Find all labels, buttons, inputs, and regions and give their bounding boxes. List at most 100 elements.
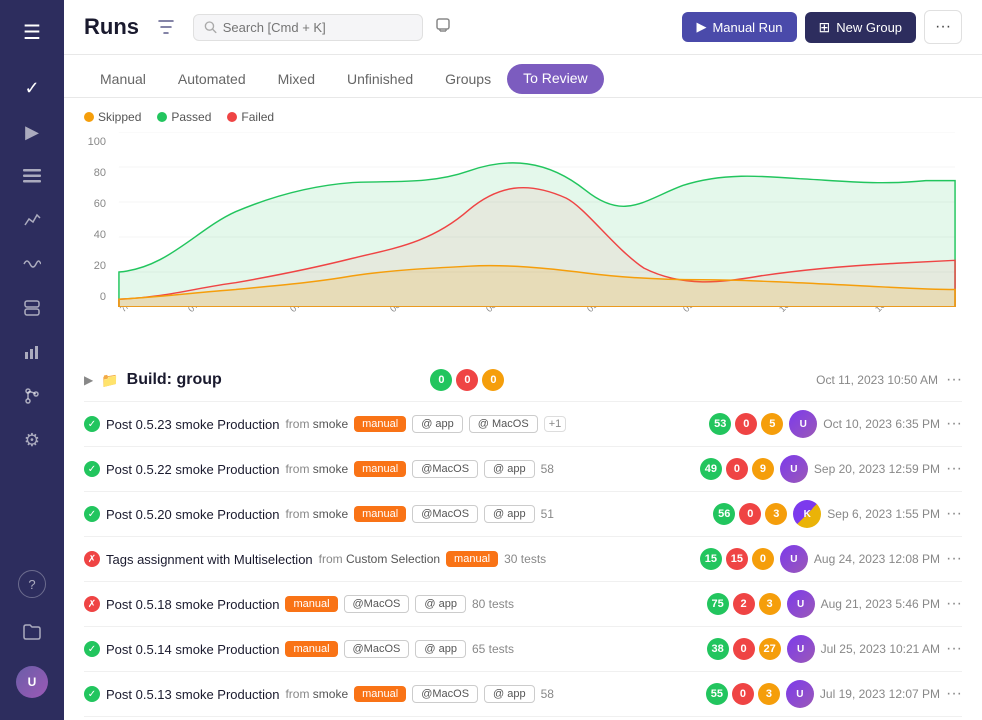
new-group-button[interactable]: ⊞ New Group [805, 12, 916, 43]
user-avatar[interactable]: U [16, 666, 48, 698]
run-env-app[interactable]: @ app [484, 505, 535, 523]
run-source: from smoke [285, 507, 348, 521]
tab-manual[interactable]: Manual [84, 63, 162, 97]
run-avatar: U [789, 410, 817, 438]
legend-failed: Failed [227, 110, 274, 124]
run-tag-manual[interactable]: manual [354, 416, 406, 432]
badge-pass: 15 [700, 548, 722, 570]
run-env-macos[interactable]: @MacOS [344, 595, 410, 613]
run-name: Post 0.5.23 smoke Production [106, 417, 279, 432]
badge-skip: 3 [758, 683, 780, 705]
run-more-button[interactable]: ··· [946, 505, 962, 523]
badge-skip: 3 [759, 593, 781, 615]
run-date: Sep 20, 2023 12:59 PM [814, 462, 940, 476]
sidebar-icon-list[interactable] [12, 156, 52, 196]
more-options-button[interactable]: ··· [924, 10, 962, 44]
run-group-header: ▶ 📁 Build: group 0 0 0 Oct 11, 2023 10:5… [84, 359, 962, 402]
group-more-button[interactable]: ··· [946, 371, 962, 389]
sidebar-icon-check[interactable]: ✓ [12, 68, 52, 108]
run-more-button[interactable]: ··· [946, 685, 962, 703]
run-env-macos[interactable]: @MacOS [412, 460, 478, 478]
run-date: Oct 10, 2023 6:35 PM [823, 417, 940, 431]
status-pass-icon: ✓ [84, 461, 100, 477]
run-count-badges: 53 0 5 [709, 413, 783, 435]
run-tag-manual[interactable]: manual [285, 596, 337, 612]
tab-groups[interactable]: Groups [429, 63, 507, 97]
manual-run-button[interactable]: ▶ Manual Run [682, 12, 796, 42]
run-env-app[interactable]: @ app [412, 415, 463, 433]
run-more-button[interactable]: ··· [946, 415, 962, 433]
badge-skip: 27 [759, 638, 781, 660]
run-avatar: U [787, 635, 815, 663]
status-fail-icon: ✗ [84, 596, 100, 612]
badge-pass: 49 [700, 458, 722, 480]
badge-skip: 0 [752, 548, 774, 570]
sidebar-icon-chart[interactable] [12, 332, 52, 372]
legend-skipped: Skipped [84, 110, 141, 124]
sidebar-icon-branch[interactable] [12, 376, 52, 416]
run-env-app[interactable]: @ app [484, 460, 535, 478]
run-count-badges: 15 15 0 [700, 548, 774, 570]
filter-button[interactable] [151, 12, 181, 42]
run-env-macos[interactable]: @MacOS [344, 640, 410, 658]
run-env-app[interactable]: @ app [415, 595, 466, 613]
run-tag-manual[interactable]: manual [285, 641, 337, 657]
run-row: ✓ Post 0.5.22 smoke Production from smok… [84, 447, 962, 492]
passed-dot [157, 112, 167, 122]
run-row: ✗ Tags assignment with Multiselection fr… [84, 537, 962, 582]
run-avatar: U [786, 680, 814, 708]
status-pass-icon: ✓ [84, 506, 100, 522]
run-source: from smoke [285, 417, 348, 431]
tab-unfinished[interactable]: Unfinished [331, 63, 429, 97]
sidebar-icon-analytics[interactable] [12, 200, 52, 240]
sidebar: ☰ ✓ ▶ ⚙ ? U [0, 0, 64, 720]
group-badge-yellow: 0 [482, 369, 504, 391]
run-row: ✓ Post 0.5.23 smoke Production from smok… [84, 402, 962, 447]
sidebar-icon-server[interactable] [12, 288, 52, 328]
sidebar-icon-settings[interactable]: ⚙ [12, 420, 52, 460]
sidebar-icon-menu[interactable]: ☰ [12, 12, 52, 52]
run-env-macos[interactable]: @MacOS [412, 505, 478, 523]
run-row: ✓ Post 0.5.14 smoke Production manual @M… [84, 627, 962, 672]
run-tag-manual[interactable]: manual [354, 461, 406, 477]
run-name: Post 0.5.22 smoke Production [106, 462, 279, 477]
notifications-icon[interactable] [435, 17, 451, 38]
badge-fail: 0 [732, 683, 754, 705]
run-more-button[interactable]: ··· [946, 460, 962, 478]
run-env-macos[interactable]: @MacOS [412, 685, 478, 703]
header: Runs ▶ Manual Run ⊞ New Group ··· [64, 0, 982, 55]
tab-to-review[interactable]: To Review [507, 64, 604, 94]
run-date: Jul 25, 2023 10:21 AM [821, 642, 940, 656]
group-date: Oct 11, 2023 10:50 AM [816, 373, 938, 387]
run-source: from Custom Selection [319, 552, 440, 566]
run-tag-manual[interactable]: manual [354, 506, 406, 522]
run-more-button[interactable]: ··· [946, 550, 962, 568]
runs-list: ▶ 📁 Build: group 0 0 0 Oct 11, 2023 10:5… [64, 359, 982, 720]
run-env-app[interactable]: @ app [484, 685, 535, 703]
group-badges: 0 0 0 [430, 369, 504, 391]
badge-skip: 5 [761, 413, 783, 435]
run-env-macos[interactable]: @ MacOS [469, 415, 538, 433]
run-env-app[interactable]: @ app [415, 640, 466, 658]
group-name: Build: group [127, 371, 423, 389]
run-more-button[interactable]: ··· [946, 595, 962, 613]
run-count-badges: 75 2 3 [707, 593, 781, 615]
run-tag-manual[interactable]: manual [354, 686, 406, 702]
run-name: Post 0.5.13 smoke Production [106, 687, 279, 702]
run-name: Post 0.5.18 smoke Production [106, 597, 279, 612]
run-more-button[interactable]: ··· [946, 640, 962, 658]
run-row: ✗ Post 0.5.18 smoke Production manual @M… [84, 582, 962, 627]
sidebar-icon-folder[interactable] [12, 612, 52, 652]
search-input[interactable] [223, 20, 412, 35]
sidebar-icon-play[interactable]: ▶ [12, 112, 52, 152]
chart-area: Skipped Passed Failed 100806040200 [64, 98, 982, 359]
tab-mixed[interactable]: Mixed [262, 63, 331, 97]
sidebar-icon-help[interactable]: ? [18, 570, 46, 598]
run-date: Sep 6, 2023 1:55 PM [827, 507, 940, 521]
run-count-badges: 55 0 3 [706, 683, 780, 705]
tab-automated[interactable]: Automated [162, 63, 262, 97]
run-tag-manual[interactable]: manual [446, 551, 498, 567]
legend-passed: Passed [157, 110, 211, 124]
sidebar-icon-wave[interactable] [12, 244, 52, 284]
group-chevron[interactable]: ▶ [84, 373, 93, 387]
